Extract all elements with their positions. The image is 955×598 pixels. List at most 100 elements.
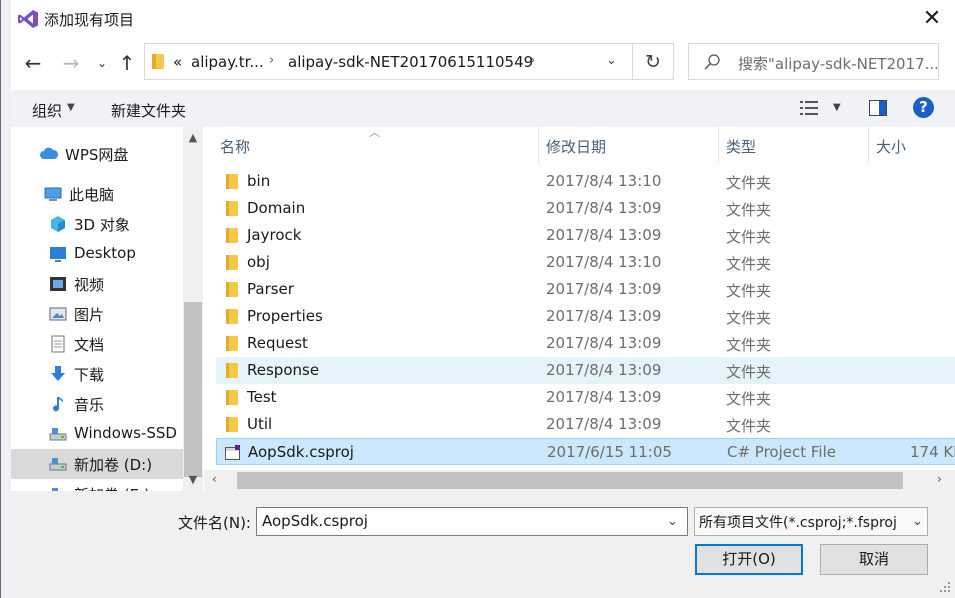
sidebar-item[interactable]: 新加卷 (D:)	[11, 449, 183, 479]
nav-scrollbar[interactable]: ▲ ▼	[183, 127, 203, 491]
organize-button[interactable]: 组织	[32, 100, 62, 121]
music-icon	[49, 395, 67, 413]
folder-icon	[226, 201, 238, 216]
filename-field[interactable]: AopSdk.csproj ⌄	[256, 507, 688, 536]
column-type[interactable]: 类型	[726, 136, 756, 157]
new-folder-button[interactable]: 新建文件夹	[111, 100, 186, 121]
breadcrumb-item[interactable]: alipay.tr...	[191, 53, 264, 71]
scroll-down-icon[interactable]: ▼	[183, 473, 203, 486]
close-button[interactable]: ✕	[919, 6, 945, 32]
file-row[interactable]: bin 2017/8/4 13:10 文件夹	[216, 168, 955, 195]
refresh-button[interactable]: ↻	[633, 43, 674, 80]
sidebar-item-label: 3D 对象	[74, 216, 130, 234]
file-row[interactable]: obj 2017/8/4 13:10 文件夹	[216, 249, 955, 276]
chevron-down-icon[interactable]: ⌄	[667, 514, 678, 529]
forward-button[interactable]: →	[58, 50, 84, 76]
left-edge	[1, 0, 11, 598]
sidebar-item[interactable]: 视频	[11, 269, 183, 299]
sidebar-item[interactable]: 文档	[11, 329, 183, 359]
file-date: 2017/8/4 13:09	[546, 199, 662, 217]
file-type: 文件夹	[726, 255, 772, 273]
file-type: 文件夹	[726, 336, 772, 354]
file-size: 174 KB	[910, 443, 955, 461]
sidebar-item-label: Windows-SSD	[74, 424, 177, 442]
file-name: AopSdk.csproj	[248, 443, 354, 461]
file-row[interactable]: Response 2017/8/4 13:09 文件夹	[216, 357, 955, 384]
filename-value[interactable]: AopSdk.csproj	[262, 512, 368, 530]
column-name[interactable]: 名称	[220, 136, 250, 157]
file-type: 文件夹	[726, 174, 772, 192]
folder-icon	[226, 309, 238, 324]
file-row[interactable]: Parser 2017/8/4 13:09 文件夹	[216, 276, 955, 303]
help-icon[interactable]: ?	[913, 97, 934, 118]
filename-label: 文件名(N):	[178, 514, 251, 532]
horizontal-scroll-thumb[interactable]	[237, 472, 903, 489]
horizontal-scrollbar[interactable]: ‹ ›	[204, 470, 955, 491]
file-row[interactable]: Properties 2017/8/4 13:09 文件夹	[216, 303, 955, 330]
open-button[interactable]: 打开(O)	[695, 544, 803, 575]
column-divider[interactable]	[868, 127, 869, 163]
scroll-left-icon[interactable]: ‹	[212, 472, 217, 486]
back-button[interactable]: ←	[20, 50, 46, 76]
column-divider[interactable]	[718, 127, 719, 163]
file-row[interactable]: Domain 2017/8/4 13:09 文件夹	[216, 195, 955, 222]
file-name: bin	[247, 172, 271, 190]
chevron-down-icon[interactable]: ⌄	[910, 514, 923, 529]
chevron-down-icon: ⌄	[96, 56, 108, 70]
resize-grip-icon[interactable]	[937, 579, 951, 593]
file-row[interactable]: Request 2017/8/4 13:09 文件夹	[216, 330, 955, 357]
file-date: 2017/8/4 13:10	[546, 172, 662, 190]
file-type-select[interactable]: 所有项目文件(*.csproj;*.fsproj ⌄	[694, 507, 928, 536]
computer-icon	[44, 185, 62, 203]
column-size[interactable]: 大小	[876, 136, 906, 157]
file-row[interactable]: Test 2017/8/4 13:09 文件夹	[216, 384, 955, 411]
sidebar-item-label: 视频	[74, 276, 105, 294]
sidebar-item[interactable]: 图片	[11, 299, 183, 329]
address-dropdown-icon[interactable]: ⌄	[606, 53, 617, 68]
view-options-icon[interactable]	[800, 100, 820, 116]
file-date: 2017/8/4 13:10	[546, 253, 662, 271]
caret-down-icon[interactable]: ▼	[67, 102, 75, 113]
sidebar-item-label: 新加卷 (D:)	[74, 456, 153, 474]
folder-icon	[226, 363, 238, 378]
sidebar-item[interactable]: WPS网盘	[11, 139, 183, 169]
breadcrumb-item[interactable]: alipay-sdk-NET20170615110549	[288, 53, 533, 71]
footer-panel: 文件名(N): AopSdk.csproj ⌄ 所有项目文件(*.csproj;…	[11, 491, 955, 598]
nav-scroll-thumb[interactable]	[184, 302, 202, 477]
file-type-value[interactable]: 所有项目文件(*.csproj;*.fsproj	[699, 512, 897, 532]
scroll-right-icon[interactable]: ›	[937, 472, 942, 486]
search-box[interactable]: 搜索"alipay-sdk-NET2017...	[688, 43, 939, 80]
file-row[interactable]: AopSdk.csproj 2017/6/15 11:05 C# Project F…	[216, 438, 955, 465]
column-divider[interactable]	[538, 127, 539, 163]
cube-icon	[49, 215, 67, 233]
file-row[interactable]: Jayrock 2017/8/4 13:09 文件夹	[216, 222, 955, 249]
column-header: ︿ 名称 修改日期 类型 大小	[204, 126, 955, 163]
sidebar-item[interactable]: Desktop	[11, 239, 183, 269]
sidebar-item-label: 图片	[74, 306, 105, 324]
sidebar-item[interactable]: 新加卷 (E:)	[11, 479, 183, 491]
column-date[interactable]: 修改日期	[546, 136, 606, 157]
folder-icon	[152, 54, 164, 69]
sidebar-item[interactable]: 3D 对象	[11, 209, 183, 239]
file-row[interactable]: Util 2017/8/4 13:09 文件夹	[216, 411, 955, 438]
up-button[interactable]: ↑	[114, 50, 140, 76]
scroll-up-icon[interactable]: ▲	[183, 131, 203, 144]
preview-pane-icon[interactable]	[869, 100, 887, 116]
caret-down-icon[interactable]: ▼	[833, 102, 841, 113]
drive-icon	[49, 455, 67, 473]
chevron-right-icon[interactable]: ›	[530, 53, 535, 68]
recent-locations-button[interactable]: ⌄	[89, 50, 115, 76]
sidebar-item[interactable]: 此电脑	[11, 179, 183, 209]
file-date: 2017/6/15 11:05	[547, 443, 672, 461]
search-input[interactable]: 搜索"alipay-sdk-NET2017...	[738, 53, 939, 74]
breadcrumb-overflow[interactable]: «	[173, 53, 182, 71]
sidebar-item[interactable]: Windows-SSD	[11, 419, 183, 449]
arrow-up-icon: ↑	[118, 51, 136, 75]
chevron-right-icon[interactable]: ›	[269, 53, 274, 68]
cancel-button[interactable]: 取消	[820, 544, 928, 575]
sidebar-item[interactable]: 音乐	[11, 389, 183, 419]
address-bar[interactable]: « alipay.tr... › alipay-sdk-NET201706151…	[144, 43, 633, 80]
csproj-file-icon	[225, 445, 241, 460]
sidebar-item[interactable]: 下载	[11, 359, 183, 389]
folder-icon	[226, 255, 238, 270]
